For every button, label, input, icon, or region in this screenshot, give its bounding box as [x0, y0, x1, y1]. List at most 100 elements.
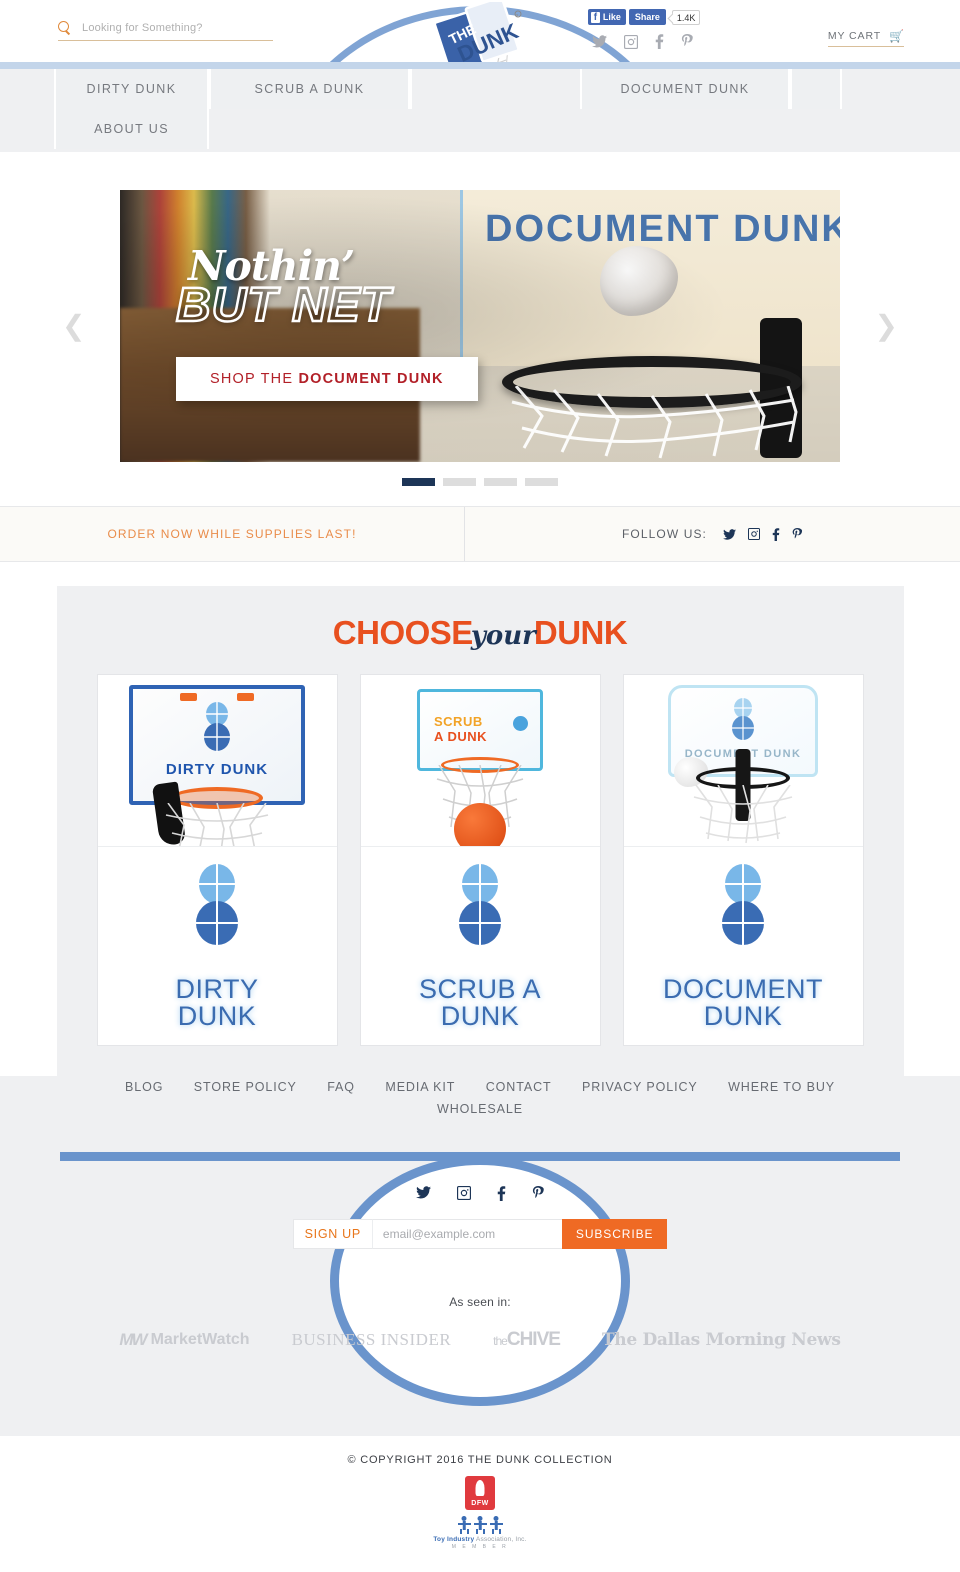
hero-slide[interactable]: DOCUMENT DUNK: [120, 189, 840, 462]
nav-pad: [842, 69, 960, 109]
search-icon: [58, 21, 72, 35]
choose-your-dunk-section: CHOOSEyourDUNK DIRTY DUNK DIRTY DUNK SCR…: [0, 562, 960, 1076]
tia-figures-icon: [457, 1516, 503, 1534]
tia-label-rest: Association, Inc.: [474, 1536, 527, 1543]
nav-pad-2: [209, 109, 960, 149]
footer-link-where-to-buy[interactable]: WHERE TO BUY: [728, 1076, 835, 1098]
dunk-ball-emblem-large: [457, 863, 503, 947]
press-logo-business-insider: BUSINESS INSIDER: [291, 1330, 452, 1349]
facebook-icon[interactable]: [772, 527, 780, 541]
choose-title-part1: CHOOSE: [332, 614, 474, 651]
hero-cta-strong: DOCUMENT DUNK: [298, 370, 444, 387]
subscribe-content: SIGN UP SUBSCRIBE As seen in: MWMarketWa…: [0, 1146, 960, 1351]
hero-cta-button[interactable]: SHOP THE DOCUMENT DUNK: [176, 356, 478, 401]
toy-industry-association-badge: Toy Industry Association, Inc. M E M B E…: [433, 1516, 526, 1550]
facebook-share-button[interactable]: Share: [628, 9, 666, 25]
nav-row-primary: DIRTY DUNK SCRUB A DUNK DOCUMENT DUNK: [0, 69, 960, 109]
footer-link-blog[interactable]: BLOG: [125, 1076, 163, 1098]
tia-figure: [473, 1516, 487, 1534]
footer-link-wholesale[interactable]: WHOLESALE: [437, 1098, 523, 1120]
instagram-icon[interactable]: [623, 34, 638, 49]
dfw-badge-label: DFW: [471, 1500, 489, 1507]
marketwatch-text: MarketWatch: [150, 1331, 250, 1348]
footer-link-media-kit[interactable]: MEDIA KIT: [385, 1076, 455, 1098]
nav-item-about-us[interactable]: ABOUT US: [54, 109, 209, 149]
scrub-ball-icon: [513, 716, 528, 731]
nav-label: DOCUMENT DUNK: [620, 82, 750, 96]
hero-carousel-section: ❮ DOCUMENT DUNK: [0, 152, 960, 506]
facebook-like-widget[interactable]: f Like Share 1.4K: [587, 8, 701, 26]
product-label-line2: DUNK: [177, 1001, 257, 1032]
product-label-scrub-a-dunk: SCRUB A DUNK: [418, 973, 542, 1031]
site-header: f Like Share 1.4K: [0, 0, 960, 62]
nav-item-dirty-dunk[interactable]: DIRTY DUNK: [54, 69, 209, 109]
twitter-icon[interactable]: [415, 1186, 431, 1201]
backboard-clip-right: [237, 693, 255, 701]
product-label-line1: DOCUMENT: [663, 973, 823, 1004]
pinterest-icon[interactable]: [681, 34, 694, 49]
facebook-icon[interactable]: [655, 34, 664, 49]
dunk-ball-emblem-large: [720, 863, 766, 947]
subscribe-button[interactable]: SUBSCRIBE: [561, 1219, 668, 1249]
facebook-share-count: 1.4K: [671, 9, 701, 25]
my-cart-button[interactable]: MY CART 🛒: [827, 30, 904, 47]
tia-label: Toy Industry Association, Inc.: [433, 1536, 526, 1543]
product-label-document-dunk: DOCUMENT DUNK: [663, 973, 823, 1031]
press-logo-marketwatch: MW MarketWatch: [119, 1330, 249, 1350]
promo-bar: ORDER NOW WHILE SUPPLIES LAST! FOLLOW US…: [0, 506, 960, 562]
nav-row-secondary: ABOUT US: [0, 109, 960, 149]
signup-label: SIGN UP: [292, 1219, 372, 1249]
facebook-icon[interactable]: [497, 1186, 506, 1201]
promo-message: ORDER NOW WHILE SUPPLIES LAST!: [107, 527, 357, 541]
product-card-document-dunk[interactable]: DOCUMENT DUNK DOCUMENT DUNK: [622, 674, 864, 1046]
product-card-dirty-dunk[interactable]: DIRTY DUNK DIRTY DUNK: [96, 674, 338, 1046]
hero-cta-prefix: SHOP THE: [210, 370, 299, 387]
carousel-dot-4[interactable]: [525, 478, 558, 486]
nav-item-document-dunk[interactable]: DOCUMENT DUNK: [580, 69, 790, 109]
footer-social-icons: [0, 1186, 960, 1201]
carousel-next-arrow[interactable]: ❯: [875, 311, 898, 340]
carousel-dot-2[interactable]: [443, 478, 476, 486]
product-lower-dirty-dunk: DIRTY DUNK: [97, 847, 337, 1045]
carousel-dot-3[interactable]: [484, 478, 517, 486]
footer-link-privacy-policy[interactable]: PRIVACY POLICY: [582, 1076, 698, 1098]
chive-text: CHIVE: [506, 1329, 561, 1350]
pinterest-icon[interactable]: [792, 527, 803, 541]
carousel-dots: [0, 478, 960, 506]
tia-figure: [457, 1516, 471, 1534]
copyright-text: © COPYRIGHT 2016 THE DUNK COLLECTION: [347, 1454, 613, 1466]
instagram-icon[interactable]: [456, 1186, 471, 1201]
nav-item-scrub-a-dunk[interactable]: SCRUB A DUNK: [209, 69, 410, 109]
pinterest-icon[interactable]: [532, 1186, 545, 1201]
facebook-f-icon: f: [590, 11, 600, 23]
dirty-dunk-net: [165, 803, 269, 846]
svg-text:R: R: [516, 13, 519, 18]
footer-link-store-policy[interactable]: STORE POLICY: [194, 1076, 297, 1098]
search-input[interactable]: [82, 22, 273, 34]
facebook-like-label: Like: [602, 12, 621, 22]
follow-us-label: FOLLOW US:: [621, 527, 707, 541]
carousel-dot-1[interactable]: [402, 478, 435, 486]
product-label-line1: SCRUB A: [418, 973, 542, 1004]
footer-link-faq[interactable]: FAQ: [327, 1076, 355, 1098]
product-label-line1: DIRTY: [175, 973, 259, 1004]
facebook-like-button[interactable]: f Like: [587, 9, 626, 25]
follow-us-cell: FOLLOW US:: [465, 507, 960, 561]
site-logo[interactable]: THE DUNK COLLECTION R: [424, 0, 536, 62]
instagram-icon[interactable]: [748, 528, 760, 540]
carousel-prev-arrow[interactable]: ❮: [62, 311, 85, 340]
scrub-a-dunk-basketball: [454, 803, 506, 846]
tia-label-bold: Toy Industry: [433, 1536, 475, 1543]
twitter-icon[interactable]: [591, 35, 607, 48]
scrub-board-text-2: A DUNK: [434, 729, 488, 744]
email-input[interactable]: [371, 1219, 562, 1249]
choose-your-dunk-title: CHOOSEyourDUNK: [57, 614, 904, 652]
press-logo-dallas-morning-news: The Dallas Morning News: [601, 1330, 841, 1350]
twitter-icon[interactable]: [723, 528, 736, 540]
product-card-scrub-a-dunk[interactable]: SCRUB A DUNK SCRUB A DUNK: [359, 674, 601, 1046]
search-bar[interactable]: [58, 21, 273, 41]
product-card-grid: DIRTY DUNK DIRTY DUNK SCRUB A DUNK SCRUB…: [57, 674, 904, 1046]
product-label-dirty-dunk: DIRTY DUNK: [175, 973, 259, 1032]
footer-link-contact[interactable]: CONTACT: [486, 1076, 552, 1098]
product-photo-dirty-dunk: DIRTY DUNK: [97, 675, 337, 847]
